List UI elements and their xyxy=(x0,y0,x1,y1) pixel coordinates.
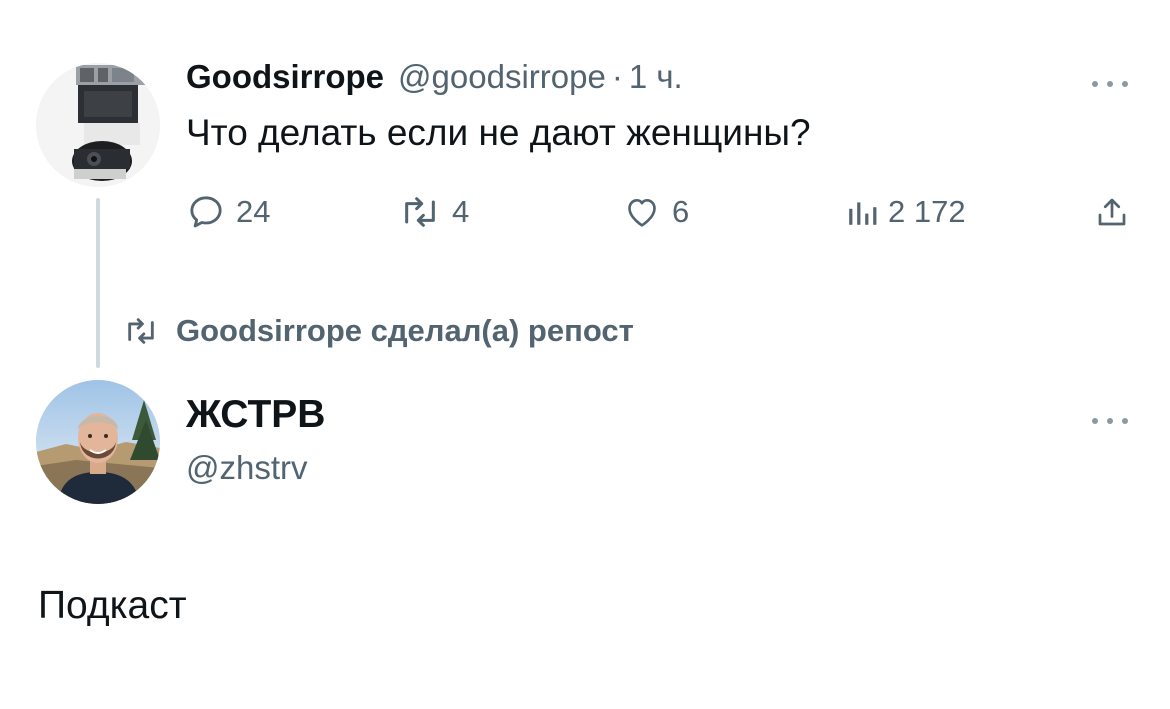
more-dot xyxy=(1107,81,1113,87)
reply-button[interactable]: 24 xyxy=(186,188,270,236)
person-photo-avatar-icon xyxy=(36,380,160,504)
reposted-author-avatar[interactable] xyxy=(36,380,160,504)
more-options-button[interactable] xyxy=(1090,74,1130,94)
more-dot xyxy=(1107,418,1113,424)
reposted-author-name[interactable]: ЖСТРВ xyxy=(186,393,325,437)
reposted-author-handle[interactable]: @zhstrv xyxy=(186,449,308,487)
author-handle[interactable]: @goodsirrope xyxy=(398,58,606,96)
like-button[interactable]: 6 xyxy=(622,188,689,236)
more-dot xyxy=(1122,81,1128,87)
tweet-header: Goodsirrope @goodsirrope · 1 ч. xyxy=(186,58,683,102)
tweet-timestamp[interactable]: 1 ч. xyxy=(629,58,683,96)
repost-count: 4 xyxy=(452,194,470,229)
reposted-tweet-text: Подкаст xyxy=(38,584,187,627)
repost-icon xyxy=(128,318,154,344)
author-name[interactable]: Goodsirrope xyxy=(186,58,384,96)
more-dots-icon xyxy=(1092,418,1098,424)
share-button[interactable] xyxy=(1094,188,1130,236)
security-camera-avatar-icon xyxy=(36,63,160,187)
author-avatar[interactable] xyxy=(36,63,160,187)
thread-connector-line xyxy=(96,198,100,368)
share-icon xyxy=(1098,198,1126,226)
views-chart-icon xyxy=(849,202,877,225)
tweet-text: Что делать если не дают женщины? xyxy=(186,112,811,153)
header-separator: · xyxy=(611,58,623,95)
repost-notice[interactable]: Goodsirrope сделал(а) репост xyxy=(120,309,634,353)
views-count: 2 172 xyxy=(888,194,966,229)
reposted-more-options-button[interactable] xyxy=(1090,411,1130,431)
reply-icon xyxy=(190,196,222,228)
heart-icon xyxy=(628,199,656,227)
more-dots-icon xyxy=(1092,81,1098,87)
repost-notice-text: Goodsirrope сделал(а) репост xyxy=(176,313,634,348)
like-count: 6 xyxy=(672,194,690,229)
retweet-icon xyxy=(405,197,435,227)
reply-count: 24 xyxy=(236,194,271,229)
views-button[interactable]: 2 172 xyxy=(846,188,966,236)
more-dot xyxy=(1122,418,1128,424)
repost-button[interactable]: 4 xyxy=(398,188,469,236)
